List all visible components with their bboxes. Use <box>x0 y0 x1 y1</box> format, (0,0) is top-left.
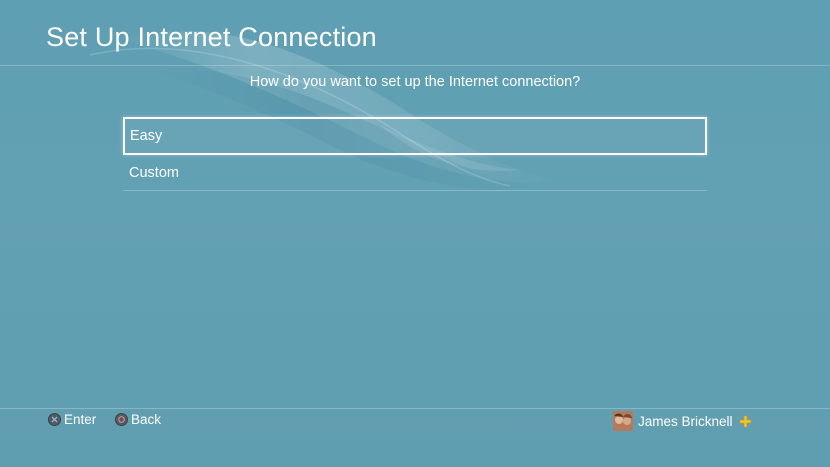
connection-method-list: Easy Custom <box>123 117 707 191</box>
option-easy-label: Easy <box>130 128 163 144</box>
option-custom[interactable]: Custom <box>123 155 707 191</box>
header-divider <box>0 65 830 66</box>
user-name: James Bricknell <box>638 413 733 429</box>
enter-hint[interactable]: Enter <box>48 412 96 427</box>
back-hint[interactable]: Back <box>115 412 161 427</box>
option-easy[interactable]: Easy <box>123 117 707 155</box>
setup-question: How do you want to set up the Internet c… <box>249 74 581 90</box>
footer-bar: Enter Back James Bricknell <box>0 409 830 433</box>
page-title: Set Up Internet Connection <box>46 22 377 52</box>
enter-label: Enter <box>64 412 97 427</box>
option-custom-label: Custom <box>129 164 179 181</box>
background-wave <box>89 31 560 190</box>
avatar <box>613 411 633 431</box>
user-info: James Bricknell <box>613 411 752 431</box>
playstation-plus-icon <box>739 415 752 428</box>
cross-button-icon <box>48 413 61 426</box>
circle-button-icon <box>115 413 128 426</box>
back-label: Back <box>131 412 162 427</box>
